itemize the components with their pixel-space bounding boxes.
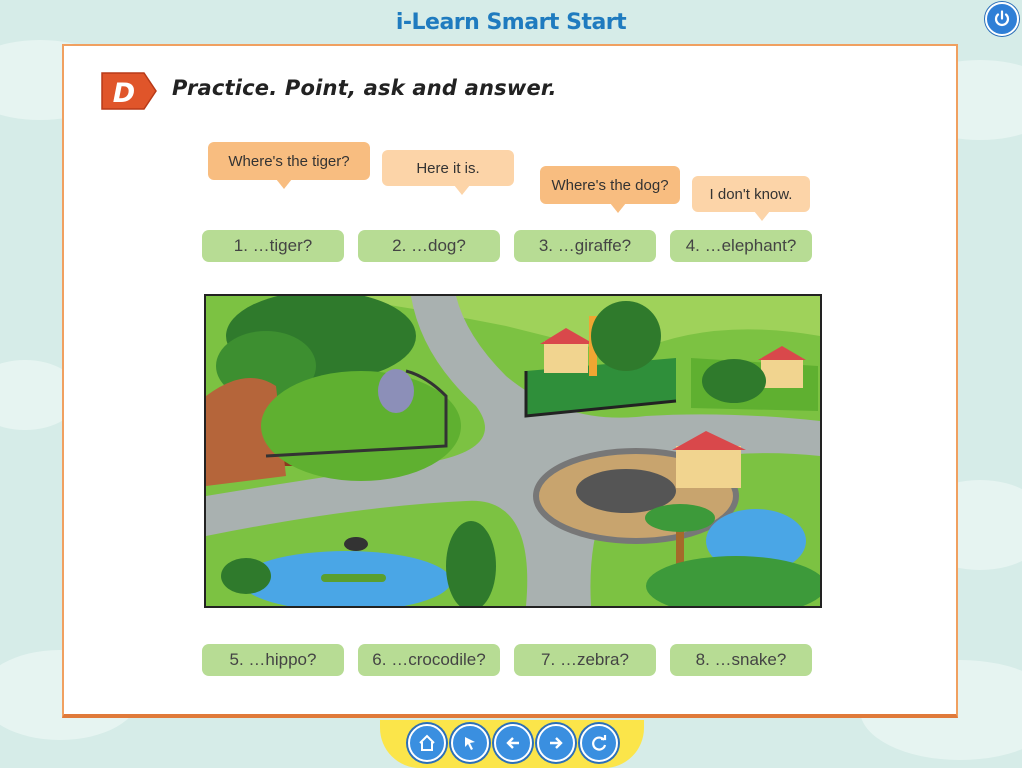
forward-icon [550,737,563,749]
zoo-scene-illustration [204,294,822,608]
speech-bubble: Here it is. [382,150,514,195]
refresh-button[interactable] [580,724,618,762]
back-icon [506,737,519,749]
speech-bubble: Where's the tiger? [208,142,370,189]
prompt-pill[interactable]: 4. …elephant? [670,230,812,262]
back-button[interactable] [494,724,532,762]
zoo-map-image [206,296,820,606]
speech-bubble: I don't know. [692,176,810,221]
prompt-pill[interactable]: 5. …hippo? [202,644,344,676]
power-icon [994,10,1010,26]
activity-badge-icon: D [101,72,157,110]
speech-bubble: Where's the dog? [540,166,680,213]
home-button[interactable] [408,724,446,762]
speech-bubble-text: Where's the tiger? [228,152,350,170]
prompt-pill[interactable]: 2. …dog? [358,230,500,262]
prompt-pill[interactable]: 8. …snake? [670,644,812,676]
prompt-pill[interactable]: 3. …giraffe? [514,230,656,262]
prompt-pill[interactable]: 1. …tiger? [202,230,344,262]
speech-bubble-text: Here it is. [416,159,480,177]
forward-button[interactable] [537,724,575,762]
home-icon [419,734,435,751]
prompt-pill[interactable]: 7. …zebra? [514,644,656,676]
pointer-button[interactable] [451,724,489,762]
speech-bubble-text: I don't know. [709,185,793,203]
speech-bubble-text: Where's the dog? [551,176,669,194]
prompt-pill[interactable]: 6. …crocodile? [358,644,500,676]
bottom-navigation-bar [380,720,644,768]
activity-badge-letter: D [113,78,135,109]
activity-heading: Practice. Point, ask and answer. [172,76,557,100]
pointer-icon [465,737,475,750]
activity-panel: D Practice. Point, ask and answer. Where… [62,44,958,718]
power-button[interactable] [985,2,1019,36]
app-title: i-Learn Smart Start [395,10,627,35]
refresh-icon [592,735,607,751]
